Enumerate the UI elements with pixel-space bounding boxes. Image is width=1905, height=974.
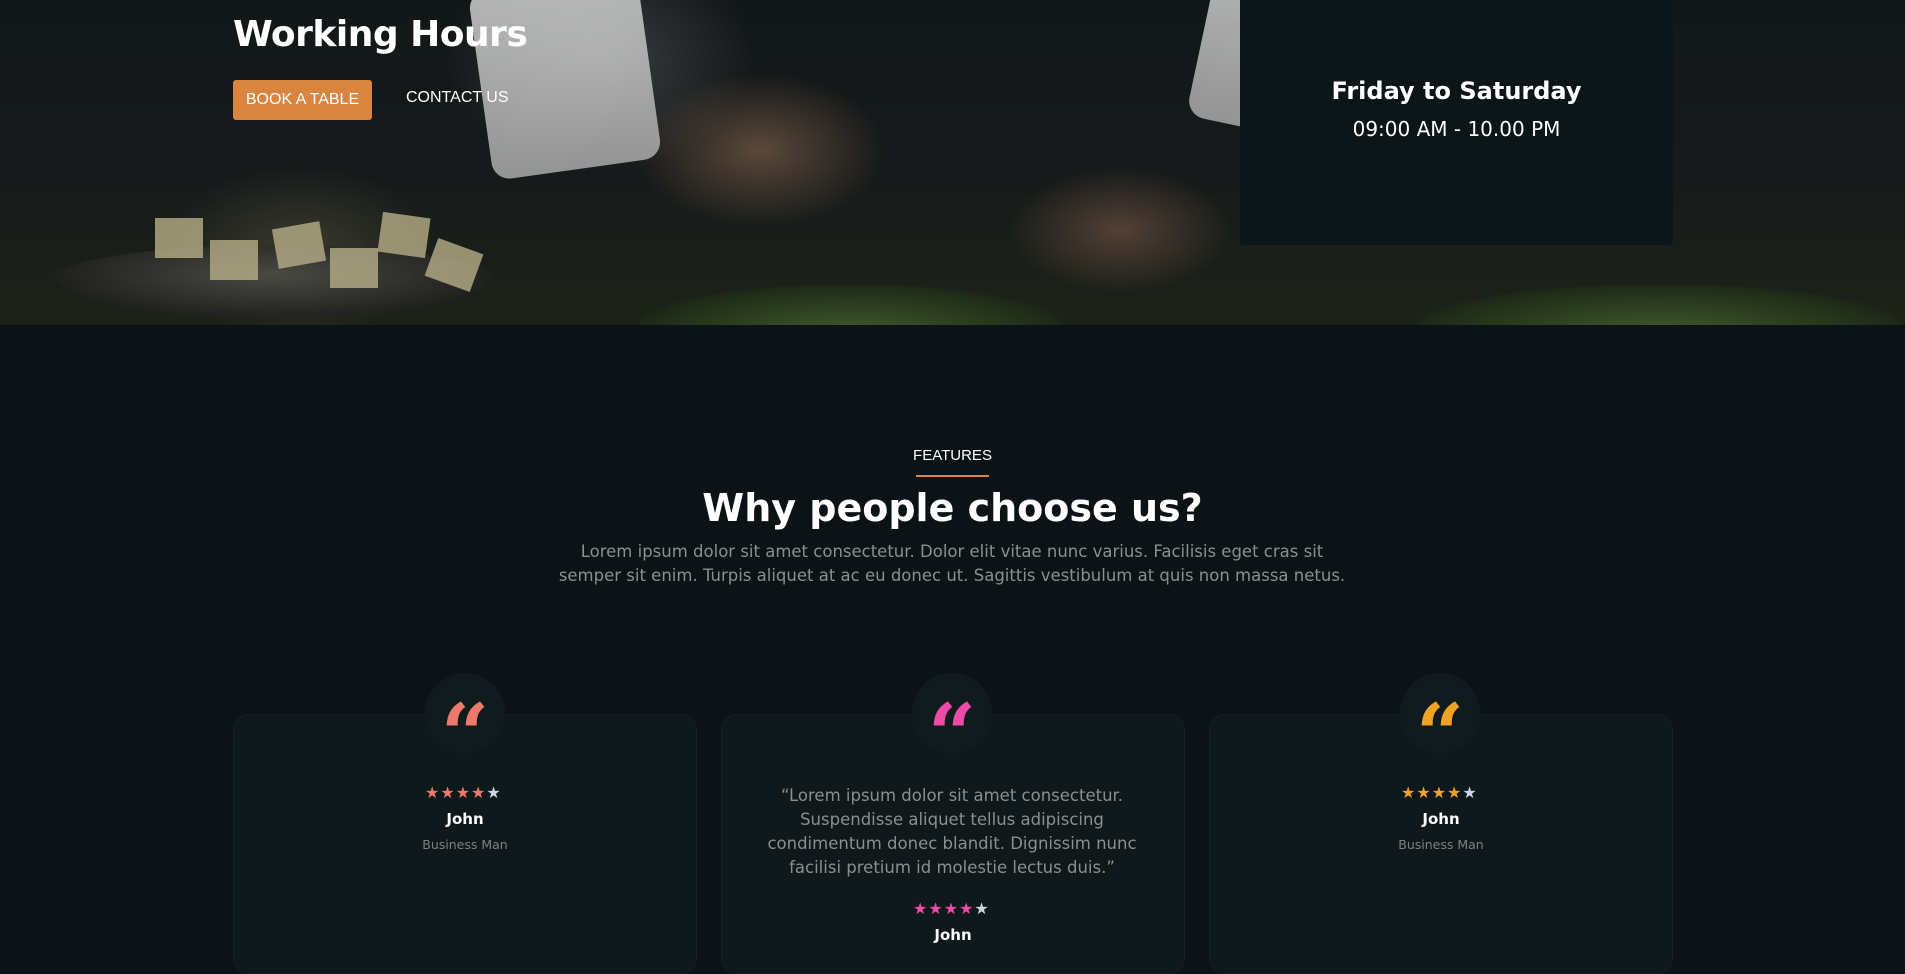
hours-time: 09:00 AM - 10.00 PM [1352, 117, 1561, 141]
section-tag: FEATURES [913, 447, 992, 464]
star-icon: ★ [455, 783, 471, 802]
quote-mark: “ [1415, 685, 1465, 784]
hero-image-detail [155, 218, 203, 258]
page-title: Working Hours [233, 14, 528, 55]
hours-days: Friday to Saturday [1331, 77, 1582, 105]
star-rating: ★ ★ ★ ★ ★ [1401, 784, 1477, 802]
hero-image-detail [640, 285, 1060, 325]
working-hours-card: Friday to Saturday 09:00 AM - 10.00 PM [1240, 0, 1673, 245]
reviewer-name: John [934, 926, 972, 944]
star-icon: ★ [1431, 783, 1447, 802]
star-icon: ★ [959, 899, 974, 918]
star-icon: ★ [974, 899, 989, 918]
star-icon: ★ [928, 899, 943, 918]
reviewer-role: Business Man [1398, 837, 1484, 852]
star-icon: ★ [1416, 783, 1431, 802]
hero-image-detail [210, 240, 258, 280]
star-rating: ★ ★ ★ ★ ★ [913, 900, 989, 918]
testimonial-quote: “Lorem ipsum dolor sit amet consectetur.… [767, 786, 1137, 877]
star-icon: ★ [440, 783, 455, 802]
star-rating: ★ ★ ★ ★ ★ [425, 784, 501, 802]
hero-image-detail [330, 248, 378, 288]
reviewer-role: Business Man [422, 837, 508, 852]
hero-image-detail [1420, 285, 1900, 325]
reviewer-name: John [446, 810, 484, 828]
hero-image-detail [377, 211, 431, 259]
star-icon: ★ [1447, 783, 1462, 802]
star-icon: ★ [943, 899, 959, 918]
star-icon: ★ [913, 899, 928, 918]
quote-mark: “ [927, 685, 977, 784]
star-icon: ★ [486, 783, 501, 802]
quote-icon: “ [425, 673, 505, 777]
section-description: Lorem ipsum dolor sit amet consectetur. … [558, 542, 1346, 585]
star-icon: ★ [1462, 783, 1477, 802]
book-a-table-button[interactable]: BOOK A TABLE [233, 80, 372, 120]
contact-us-link[interactable]: CONTACT US [406, 89, 509, 107]
reviewer-name: John [1422, 810, 1460, 828]
hero-image-detail [271, 221, 327, 269]
star-icon: ★ [471, 783, 486, 802]
quote-icon: “ [1400, 673, 1480, 777]
quote-icon: “ [912, 673, 992, 777]
section-tag-underline [916, 475, 989, 477]
quote-mark: “ [440, 685, 490, 784]
star-icon: ★ [1401, 783, 1416, 802]
star-icon: ★ [425, 783, 440, 802]
section-title: Why people choose us? [702, 486, 1203, 530]
